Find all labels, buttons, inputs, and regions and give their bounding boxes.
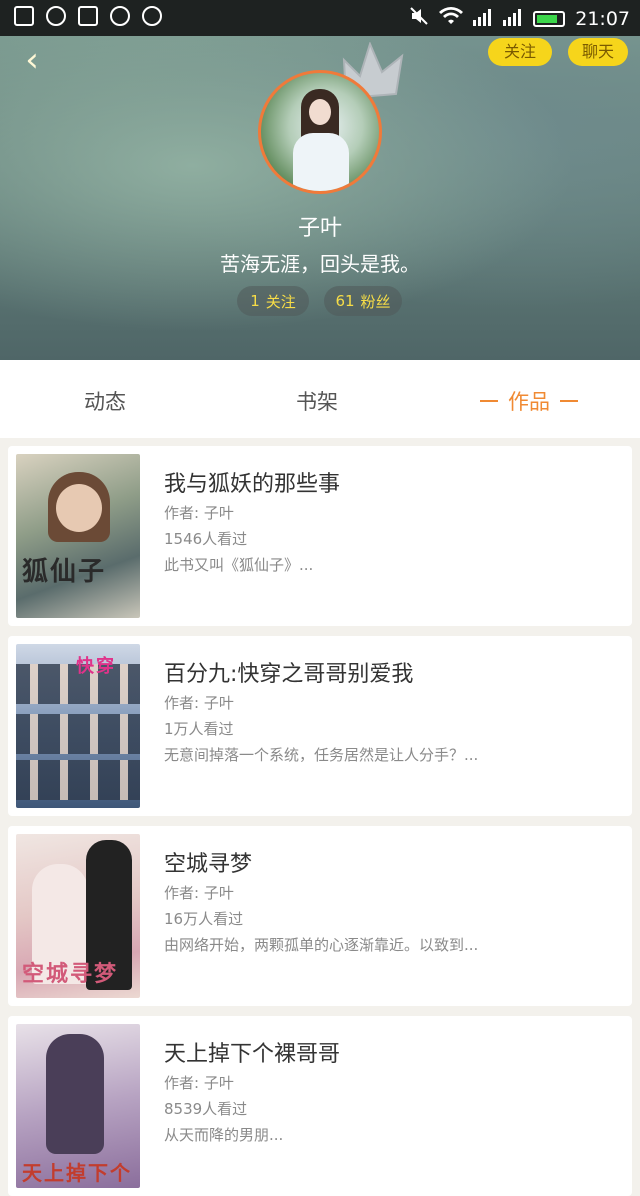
following-label: 关注 <box>265 292 296 311</box>
fans-count-chip[interactable]: 61 粉丝 <box>324 286 402 316</box>
cover-face <box>56 484 102 532</box>
back-button[interactable]: ‹ <box>14 42 50 78</box>
tab-indicator-left <box>480 400 498 402</box>
book-info: 天上掉下个裸哥哥 作者: 子叶 8539人看过 从天而降的男朋... <box>164 1036 604 1148</box>
chat-button[interactable]: 聊天 <box>568 38 628 66</box>
signal-icon <box>473 7 493 31</box>
tab-works-label: 作品 <box>508 390 550 414</box>
username: 子叶 <box>297 216 342 241</box>
cover-title: 狐仙子 <box>22 557 107 587</box>
status-time: 21:07 <box>575 7 630 30</box>
follow-button[interactable]: 关注 <box>488 38 552 66</box>
image-icon <box>78 6 98 26</box>
camera-icon <box>110 6 130 26</box>
book-card[interactable]: 快穿 百分九:快穿之哥哥别爱我 作者: 子叶 1万人看过 无意间掉落一个系统，任… <box>8 636 632 816</box>
book-views: 1546人看过 <box>164 530 248 548</box>
book-title: 天上掉下个裸哥哥 <box>164 1042 341 1067</box>
avatar-face <box>309 99 331 125</box>
book-info: 我与狐妖的那些事 作者: 子叶 1546人看过 此书又叫《狐仙子》... <box>164 466 604 578</box>
status-right-icons: 21:07 <box>409 6 630 31</box>
book-title: 空城寻梦 <box>164 852 253 877</box>
chevron-left-icon: ‹ <box>25 40 39 80</box>
wifi-icon <box>439 6 464 31</box>
book-author: 作者: 子叶 <box>164 1074 234 1092</box>
cover-figures-row <box>16 760 140 800</box>
book-author: 作者: 子叶 <box>164 694 234 712</box>
book-description: 由网络开始，两颗孤单的心逐渐靠近。以致到... <box>164 936 479 954</box>
avatar[interactable] <box>258 70 382 194</box>
more-icon <box>142 6 162 26</box>
notes-icon <box>14 6 34 26</box>
fans-label: 粉丝 <box>360 292 391 311</box>
battery-icon <box>533 10 566 27</box>
cover-figures-row <box>16 714 140 754</box>
fans-count: 61 <box>335 292 355 310</box>
user-signature: 苦海无涯，回头是我。 <box>220 252 420 276</box>
book-card[interactable]: 天上掉下个 天上掉下个裸哥哥 作者: 子叶 8539人看过 从天而降的男朋... <box>8 1016 632 1196</box>
signal-icon <box>503 7 523 31</box>
book-cover: 天上掉下个 <box>16 1024 140 1188</box>
book-views: 1万人看过 <box>164 720 234 738</box>
book-card[interactable]: 空城寻梦 空城寻梦 作者: 子叶 16万人看过 由网络开始，两颗孤单的心逐渐靠近… <box>8 826 632 1006</box>
book-title: 我与狐妖的那些事 <box>164 472 341 497</box>
tab-works[interactable]: 作品 <box>480 386 578 416</box>
book-card[interactable]: 狐仙子 我与狐妖的那些事 作者: 子叶 1546人看过 此书又叫《狐仙子》... <box>8 446 632 626</box>
chat-icon <box>46 6 66 26</box>
avatar-dress <box>293 133 349 191</box>
cover-title: 天上掉下个 <box>22 1161 132 1185</box>
tab-bookshelf[interactable]: 书架 <box>296 386 338 416</box>
book-cover: 空城寻梦 <box>16 834 140 998</box>
cover-title: 快穿 <box>76 656 116 677</box>
book-views: 16万人看过 <box>164 910 244 928</box>
book-description: 无意间掉落一个系统，任务居然是让人分手？... <box>164 746 479 764</box>
book-description: 从天而降的男朋... <box>164 1126 284 1144</box>
book-author: 作者: 子叶 <box>164 884 234 902</box>
book-list: 狐仙子 我与狐妖的那些事 作者: 子叶 1546人看过 此书又叫《狐仙子》...… <box>0 438 640 1196</box>
book-info: 百分九:快穿之哥哥别爱我 作者: 子叶 1万人看过 无意间掉落一个系统，任务居然… <box>164 656 604 768</box>
book-views: 8539人看过 <box>164 1100 248 1118</box>
book-info: 空城寻梦 作者: 子叶 16万人看过 由网络开始，两颗孤单的心逐渐靠近。以致到.… <box>164 846 604 958</box>
tab-indicator-right <box>560 400 578 402</box>
book-cover: 快穿 <box>16 644 140 808</box>
status-bar: 21:07 <box>0 0 640 36</box>
book-author: 作者: 子叶 <box>164 504 234 522</box>
cover-figure <box>46 1034 104 1154</box>
profile-tabs: 动态 书架 作品 <box>0 360 640 438</box>
following-count-chip[interactable]: 1 关注 <box>237 286 309 316</box>
mute-icon <box>409 6 429 31</box>
cover-title: 空城寻梦 <box>22 962 119 987</box>
tab-dynamics[interactable]: 动态 <box>84 386 126 416</box>
status-left-icons <box>14 6 162 26</box>
book-description: 此书又叫《狐仙子》... <box>164 556 314 574</box>
following-count: 1 <box>250 292 260 310</box>
profile-header: ‹ 关注 聊天 子叶 苦海无涯，回头是我。 1 关注 61 粉丝 <box>0 36 640 360</box>
book-title: 百分九:快穿之哥哥别爱我 <box>164 662 414 687</box>
book-cover: 狐仙子 <box>16 454 140 618</box>
